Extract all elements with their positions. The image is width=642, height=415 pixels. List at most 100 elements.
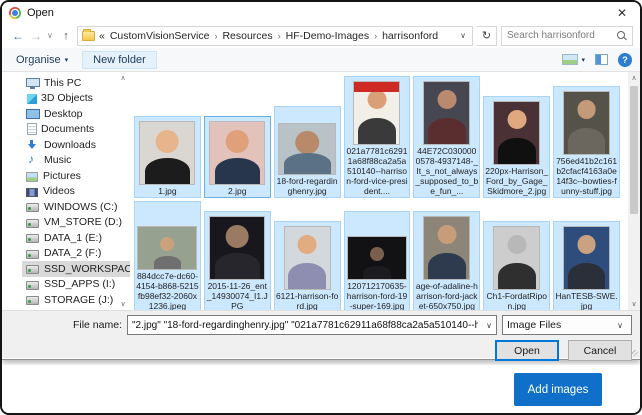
- file-item[interactable]: 2015-11-26_ent_14930074_I1.JPG: [204, 211, 271, 310]
- person-head-shape: [298, 235, 317, 254]
- sidebar-item-label: SSD_APPS (I:): [44, 278, 115, 290]
- drive-icon: [26, 265, 39, 274]
- file-name-text: 220px-Harrison_Ford_by_Gage_Skidmore_2.j…: [485, 166, 548, 196]
- preview-pane-icon[interactable]: [595, 54, 608, 65]
- dl-icon: [26, 139, 39, 151]
- up-icon[interactable]: ↑: [59, 30, 73, 42]
- open-file-dialog: Open ✕ ← → ∨ ↑ « CustomVisionService › R…: [2, 2, 640, 360]
- sidebar-item-vm-store-d-[interactable]: VM_STORE (D:): [22, 215, 130, 231]
- file-item[interactable]: HanTESB-SWE.jpg: [553, 221, 620, 310]
- file-item[interactable]: 1.jpg: [134, 116, 201, 198]
- file-type-select[interactable]: Image Files ∨: [502, 315, 632, 335]
- sidebar-item-ssd-apps-i-[interactable]: SSD_APPS (I:): [22, 277, 130, 293]
- address-bar[interactable]: « CustomVisionService › Resources › HF-D…: [77, 26, 473, 46]
- sidebar-item-documents[interactable]: Documents: [22, 122, 130, 138]
- new-folder-button[interactable]: New folder: [82, 51, 157, 69]
- file-item[interactable]: age-of-adaline-harrison-ford-jacket-650x…: [413, 211, 480, 310]
- doc-icon: [27, 123, 37, 135]
- file-item[interactable]: 6121-harrison-ford.jpg: [274, 221, 341, 310]
- sidebar-item-label: VM_STORE (D:): [44, 216, 122, 228]
- file-name-input[interactable]: [128, 320, 482, 331]
- help-icon[interactable]: ?: [618, 53, 632, 67]
- thumbnail-area: [423, 214, 470, 280]
- sidebar-item-ssd-workspac[interactable]: SSD_WORKSPAC: [22, 261, 130, 277]
- thumbnail-area: [209, 214, 265, 280]
- search-icon[interactable]: [617, 31, 627, 41]
- breadcrumb-item[interactable]: Resources: [222, 30, 272, 42]
- sidebar-item-data-1-e-[interactable]: DATA_1 (E:): [22, 230, 130, 246]
- window-title: Open: [27, 7, 54, 19]
- chrome-app-icon: [9, 7, 21, 19]
- sidebar-item-this-pc[interactable]: This PC: [22, 75, 130, 91]
- breadcrumb-item[interactable]: CustomVisionService: [110, 30, 210, 42]
- sidebar-list: This PC 3D Objects Desktop Documents Dow…: [2, 75, 130, 308]
- search-input[interactable]: [507, 30, 613, 41]
- chevron-right-icon: ›: [214, 31, 217, 41]
- file-item[interactable]: 2.jpg: [204, 116, 271, 198]
- file-item[interactable]: 756ed41b2c161b2cfacf4163a0e14f3c--bowtie…: [553, 86, 620, 198]
- breadcrumb-item[interactable]: HF-Demo-Images: [286, 30, 369, 42]
- organise-button[interactable]: Organise ▾: [10, 52, 74, 68]
- thumbnail-area: [284, 224, 331, 290]
- view-mode-button[interactable]: ▾: [562, 54, 585, 65]
- command-toolbar: Organise ▾ New folder ▾ ?: [2, 48, 640, 72]
- sidebar-item-data-2-f-[interactable]: DATA_2 (F:): [22, 246, 130, 262]
- person-head-shape: [577, 235, 596, 254]
- photo-thumbnail: [493, 226, 540, 290]
- open-button[interactable]: Open: [495, 340, 559, 361]
- music-icon: [26, 154, 39, 166]
- file-item[interactable]: 44E72C0300000578-4937148-_It_s_not_alway…: [413, 76, 480, 198]
- sidebar-item-3d-objects[interactable]: 3D Objects: [22, 91, 130, 107]
- photo-thumbnail: [423, 81, 470, 145]
- close-icon[interactable]: ✕: [611, 6, 633, 20]
- person-body-shape: [363, 266, 391, 280]
- file-item[interactable]: 021a7781c62911a68f88ca2a5a510140--harris…: [344, 76, 411, 198]
- thumbnail-area: [563, 89, 610, 155]
- person-body-shape: [428, 118, 466, 145]
- drive-icon: [26, 281, 39, 290]
- sidebar-item-desktop[interactable]: Desktop: [22, 106, 130, 122]
- sidebar-item-music[interactable]: Music: [22, 153, 130, 169]
- person-head-shape: [295, 131, 319, 155]
- file-item[interactable]: Ch1-FordatRipon.jpg: [483, 221, 550, 310]
- file-list-scrollbar[interactable]: ∧ ∨: [628, 72, 640, 310]
- scroll-down-icon[interactable]: ∨: [120, 300, 125, 308]
- scroll-up-icon[interactable]: ∧: [631, 72, 636, 84]
- scroll-down-icon[interactable]: ∨: [631, 298, 636, 310]
- breadcrumb-item[interactable]: harrisonford: [382, 30, 438, 42]
- photo-thumbnail: [423, 216, 470, 280]
- sidebar-item-label: This PC: [44, 77, 81, 89]
- sidebar-item-label: WINDOWS (C:): [44, 201, 118, 213]
- chevron-down-icon[interactable]: ∨: [482, 321, 496, 330]
- add-images-button[interactable]: Add images: [514, 373, 602, 406]
- person-body-shape: [498, 138, 536, 165]
- sidebar-item-label: Documents: [41, 123, 94, 135]
- file-item[interactable]: 18-ford-regardinghenry.jpg: [274, 106, 341, 198]
- dialog-buttons: Open Cancel: [2, 340, 632, 361]
- file-name-text: 44E72C0300000578-4937148-_It_s_not_alway…: [415, 146, 478, 196]
- cube-icon: [27, 94, 37, 104]
- sidebar-item-label: 3D Objects: [41, 92, 93, 104]
- refresh-icon[interactable]: ↻: [477, 26, 497, 46]
- sidebar-item-windows-c-[interactable]: WINDOWS (C:): [22, 199, 130, 215]
- sidebar-item-videos[interactable]: Videos: [22, 184, 130, 200]
- scroll-up-icon[interactable]: ∧: [120, 74, 125, 82]
- recent-locations-chevron-icon[interactable]: ∨: [47, 31, 55, 40]
- file-name-text: 6121-harrison-ford.jpg: [276, 291, 339, 310]
- resize-grip[interactable]: [632, 350, 638, 356]
- file-item[interactable]: 220px-Harrison_Ford_by_Gage_Skidmore_2.j…: [483, 96, 550, 198]
- person-body-shape: [428, 253, 466, 280]
- address-dropdown-icon[interactable]: ∨: [458, 31, 468, 40]
- back-icon[interactable]: ←: [11, 29, 25, 43]
- thumbnail-area: [137, 204, 197, 270]
- cancel-button[interactable]: Cancel: [568, 340, 632, 361]
- scrollbar-thumb[interactable]: [630, 86, 638, 214]
- breadcrumb-overflow[interactable]: «: [99, 30, 105, 42]
- sidebar-scrollbar[interactable]: ∧ ∨: [118, 74, 128, 308]
- file-item[interactable]: 884dcc7e-dc60-4154-b868-5215fb98ef32-206…: [134, 201, 201, 310]
- sidebar-item-pictures[interactable]: Pictures: [22, 168, 130, 184]
- photo-thumbnail: [137, 226, 197, 270]
- file-item[interactable]: 120712170635-harrison-ford-19-super-169.…: [344, 211, 411, 310]
- sidebar-item-downloads[interactable]: Downloads: [22, 137, 130, 153]
- sidebar-item-storage-j-[interactable]: STORAGE (J:): [22, 292, 130, 308]
